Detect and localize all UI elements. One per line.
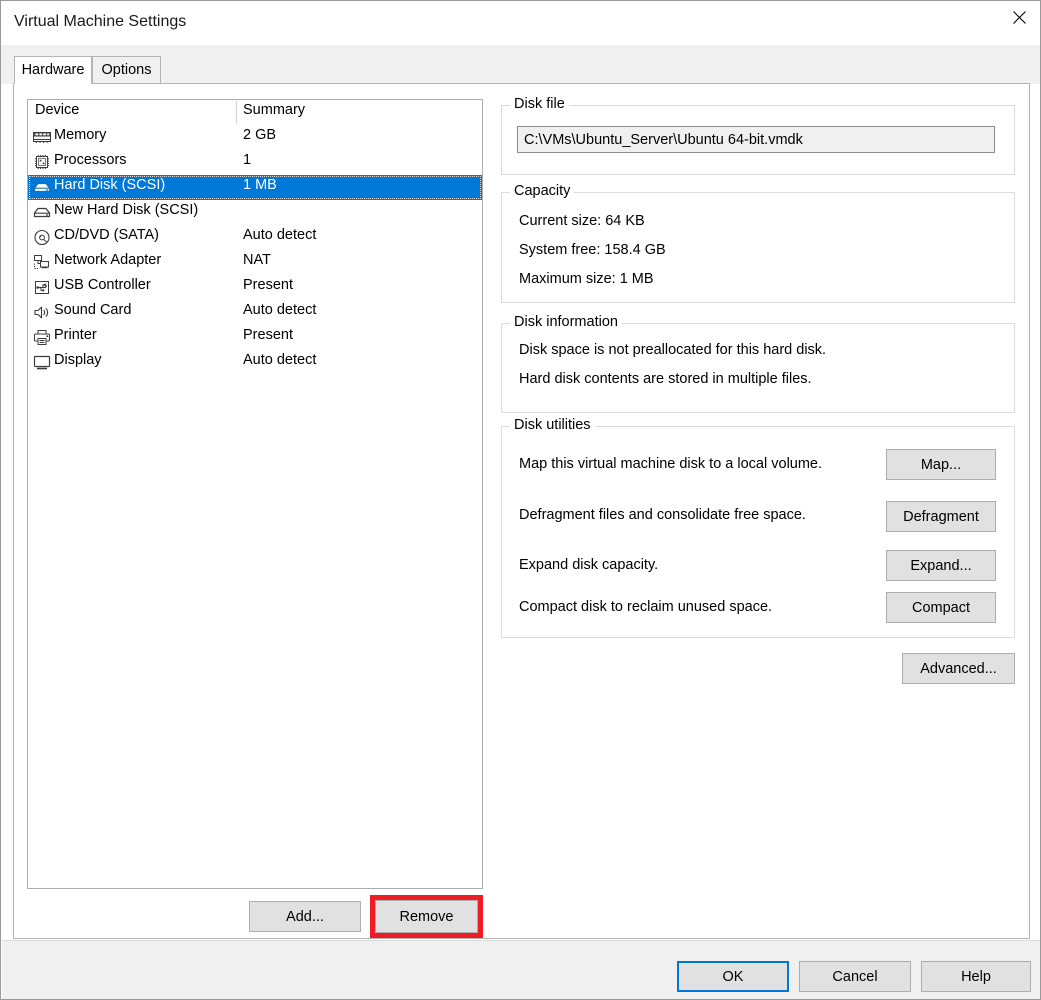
tab-options[interactable]: Options — [92, 56, 161, 84]
window-title: Virtual Machine Settings — [14, 13, 187, 30]
hard-disk-icon — [32, 203, 52, 222]
virtual-machine-settings-dialog: Virtual Machine Settings Hardware Option… — [0, 0, 1041, 1000]
disk-file-path-field[interactable]: C:\VMs\Ubuntu_Server\Ubuntu 64-bit.vmdk — [517, 126, 995, 153]
defragment-button[interactable]: Defragment — [886, 501, 996, 532]
expand-description: Expand disk capacity. — [519, 557, 659, 573]
help-button[interactable]: Help — [921, 961, 1031, 992]
disk-information-group: Disk information — [501, 314, 1015, 413]
memory-icon — [32, 128, 52, 147]
device-row-sound-card[interactable]: Sound Card Auto detect — [28, 300, 482, 325]
map-button[interactable]: Map... — [886, 449, 996, 480]
device-summary: Auto detect — [243, 352, 317, 368]
disk-information-line: Disk space is not preallocated for this … — [519, 342, 827, 358]
usb-icon — [32, 278, 52, 297]
display-icon — [32, 353, 52, 372]
remove-button-highlight: Remove — [370, 895, 483, 938]
device-row-usb-controller[interactable]: USB Controller Present — [28, 275, 482, 300]
device-summary: Present — [243, 277, 293, 293]
map-description: Map this virtual machine disk to a local… — [519, 456, 823, 472]
device-row-cd-dvd[interactable]: CD/DVD (SATA) Auto detect — [28, 225, 482, 250]
device-name: Processors — [54, 152, 127, 168]
printer-icon — [32, 328, 52, 347]
device-row-display[interactable]: Display Auto detect — [28, 350, 482, 375]
device-summary: Auto detect — [243, 227, 317, 243]
sound-card-icon — [32, 303, 52, 322]
title-bar: Virtual Machine Settings — [1, 1, 1040, 45]
device-name: Printer — [54, 327, 97, 343]
capacity-current-size: Current size: 64 KB — [519, 213, 645, 229]
capacity-legend: Capacity — [510, 183, 575, 199]
cancel-button[interactable]: Cancel — [799, 961, 911, 992]
device-name: USB Controller — [54, 277, 151, 293]
add-button[interactable]: Add... — [249, 901, 361, 932]
device-row-printer[interactable]: Printer Present — [28, 325, 482, 350]
ok-button[interactable]: OK — [677, 961, 789, 992]
device-summary: Present — [243, 327, 293, 343]
disk-information-line: Hard disk contents are stored in multipl… — [519, 371, 812, 387]
column-divider — [236, 101, 237, 124]
processor-icon — [32, 153, 52, 172]
hard-disk-icon — [32, 178, 52, 197]
column-header-summary: Summary — [243, 102, 306, 118]
device-name: Memory — [54, 127, 107, 143]
compact-description: Compact disk to reclaim unused space. — [519, 599, 773, 615]
capacity-maximum-size: Maximum size: 1 MB — [519, 271, 654, 287]
tab-strip: Hardware Options — [1, 45, 1040, 84]
device-summary: NAT — [243, 252, 271, 268]
device-summary: Auto detect — [243, 302, 317, 318]
device-row-processors[interactable]: Processors 1 — [28, 150, 482, 175]
device-row-memory[interactable]: Memory 2 GB — [28, 125, 482, 150]
expand-button[interactable]: Expand... — [886, 550, 996, 581]
cd-dvd-icon — [32, 228, 52, 247]
device-name: Network Adapter — [54, 252, 162, 268]
device-name: Display — [54, 352, 102, 368]
device-name: New Hard Disk (SCSI) — [54, 202, 199, 218]
defragment-description: Defragment files and consolidate free sp… — [519, 507, 806, 523]
device-name: CD/DVD (SATA) — [54, 227, 159, 243]
advanced-button[interactable]: Advanced... — [902, 653, 1015, 684]
network-adapter-icon — [32, 253, 52, 272]
device-name: Sound Card — [54, 302, 132, 318]
tab-hardware[interactable]: Hardware — [14, 56, 92, 84]
compact-button[interactable]: Compact — [886, 592, 996, 623]
device-summary: 1 — [243, 152, 252, 168]
device-summary: 1 MB — [243, 177, 277, 193]
disk-file-legend: Disk file — [510, 96, 569, 112]
device-row-new-hard-disk[interactable]: New Hard Disk (SCSI) — [28, 200, 482, 225]
remove-button[interactable]: Remove — [375, 900, 478, 933]
device-list-header: Device Summary — [28, 100, 482, 125]
device-row-network-adapter[interactable]: Network Adapter NAT — [28, 250, 482, 275]
device-list[interactable]: Device Summary Memory 2 GB Processors 1 … — [27, 99, 483, 889]
device-name: Hard Disk (SCSI) — [54, 177, 166, 193]
column-header-device: Device — [35, 102, 80, 118]
disk-utilities-legend: Disk utilities — [510, 417, 595, 433]
device-row-hard-disk[interactable]: Hard Disk (SCSI) 1 MB — [28, 175, 482, 200]
capacity-system-free: System free: 158.4 GB — [519, 242, 666, 258]
close-icon[interactable] — [996, 1, 1040, 33]
disk-information-legend: Disk information — [510, 314, 622, 330]
device-summary: 2 GB — [243, 127, 277, 143]
